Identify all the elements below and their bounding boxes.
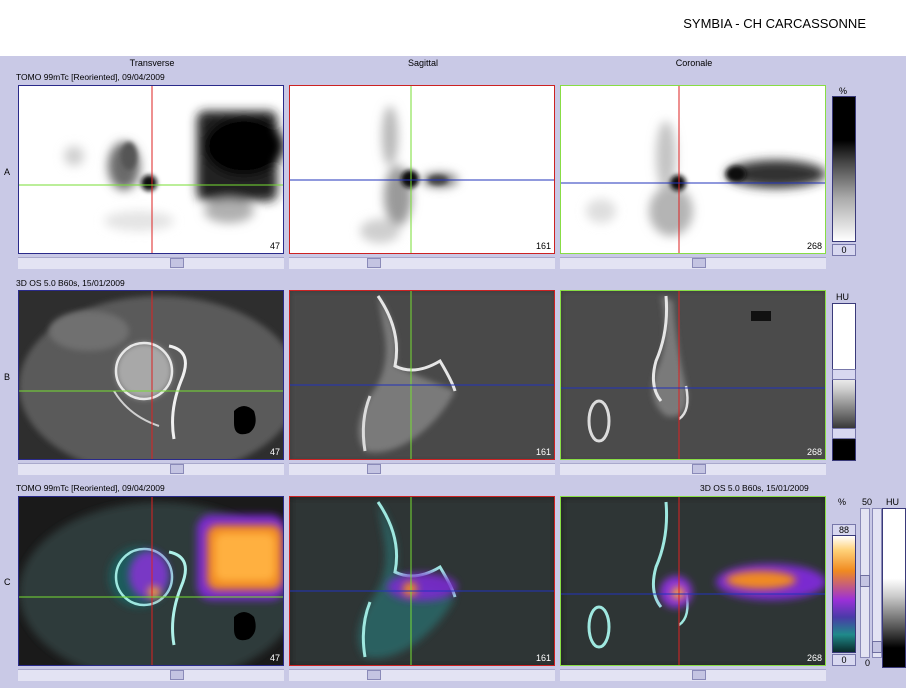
row-b-sagittal-scrollbar[interactable] [289,463,555,475]
row-b-colorbar-unit: HU [836,292,849,302]
row-a-transverse-viewport[interactable]: 47 [18,85,284,254]
row-a-transverse-scroll-thumb[interactable] [170,258,184,268]
row-c-series-left-label: TOMO 99mTc [Reoriented], 09/04/2009 [16,483,165,493]
row-c-fusion-slider-thumb[interactable] [860,575,870,587]
row-a-transverse-slice-number: 47 [269,241,280,251]
row-c-sagittal-slice-number: 161 [535,653,551,663]
row-b-sagittal-viewport[interactable]: 161 [289,290,555,460]
row-c-colorbar-unit: % [838,497,847,507]
row-b-series-label: 3D OS 5.0 B60s, 15/01/2009 [16,278,125,288]
row-b-transverse-viewport[interactable]: 47 [18,290,284,460]
row-c-sagittal-scroll-thumb[interactable] [367,670,381,680]
row-b-coronal-scroll-thumb[interactable] [692,464,706,474]
row-b-label: B [4,372,11,382]
column-header-coronal: Coronale [675,58,713,68]
row-a-coronal-slice-number: 268 [806,241,822,251]
row-a-sagittal-scrollbar[interactable] [289,257,555,269]
row-c-coronal-slice-number: 268 [806,653,822,663]
row-a-sagittal-scroll-thumb[interactable] [367,258,381,268]
row-c-coronal-scroll-thumb[interactable] [692,670,706,680]
site-title: SYMBIA - CH CARCASSONNE [683,16,866,31]
row-c-hu-unit: HU [886,497,899,507]
row-c-fusion-slider-2-thumb[interactable] [872,641,882,653]
row-c-sagittal-viewport[interactable]: 161 [289,496,555,666]
row-c-coronal-scrollbar[interactable] [560,669,826,681]
row-a-sagittal-viewport[interactable]: 161 [289,85,555,254]
row-a-colorbar-unit: % [839,86,848,96]
row-c-transverse-scroll-thumb[interactable] [170,670,184,680]
row-a-label: A [4,167,11,177]
row-c-hu-colorbar[interactable] [882,508,906,668]
row-c-fusion-slider[interactable] [860,508,870,658]
row-a-transverse-scrollbar[interactable] [18,257,284,269]
row-c-coronal-viewport[interactable]: 268 [560,496,826,666]
row-c-transverse-slice-number: 47 [269,653,280,663]
column-header-sagittal: Sagittal [407,58,439,68]
column-header-transverse: Transverse [129,58,175,68]
row-a-colorbar[interactable] [832,96,856,242]
row-b-window-upper-handle[interactable] [832,369,856,380]
row-b-transverse-scrollbar[interactable] [18,463,284,475]
row-c-colorbar[interactable] [832,535,856,653]
row-c-fusion-slider-2[interactable] [872,508,882,658]
row-b-coronal-scrollbar[interactable] [560,463,826,475]
row-b-coronal-viewport[interactable]: 268 [560,290,826,460]
row-a-colorbar-min[interactable]: 0 [832,244,856,256]
row-a-coronal-viewport[interactable]: 268 [560,85,826,254]
row-b-sagittal-slice-number: 161 [535,447,551,457]
row-c-transverse-scrollbar[interactable] [18,669,284,681]
row-c-label: C [4,577,11,587]
row-a-series-label: TOMO 99mTc [Reoriented], 09/04/2009 [16,72,165,82]
row-b-window-lower-handle[interactable] [832,428,856,439]
row-b-coronal-slice-number: 268 [806,447,822,457]
row-c-transverse-viewport[interactable]: 47 [18,496,284,666]
row-a-coronal-scrollbar[interactable] [560,257,826,269]
row-c-sagittal-scrollbar[interactable] [289,669,555,681]
row-a-coronal-scroll-thumb[interactable] [692,258,706,268]
row-c-series-right-label: 3D OS 5.0 B60s, 15/01/2009 [700,483,809,493]
title-bar: SYMBIA - CH CARCASSONNE [0,0,906,56]
row-a-sagittal-slice-number: 161 [535,241,551,251]
row-c-colorbar-min[interactable]: 0 [832,654,856,666]
row-b-sagittal-scroll-thumb[interactable] [367,464,381,474]
row-c-fusion-min: 0 [865,658,871,668]
row-b-transverse-scroll-thumb[interactable] [170,464,184,474]
row-c-fusion-value: 50 [862,497,873,507]
row-b-transverse-slice-number: 47 [269,447,280,457]
